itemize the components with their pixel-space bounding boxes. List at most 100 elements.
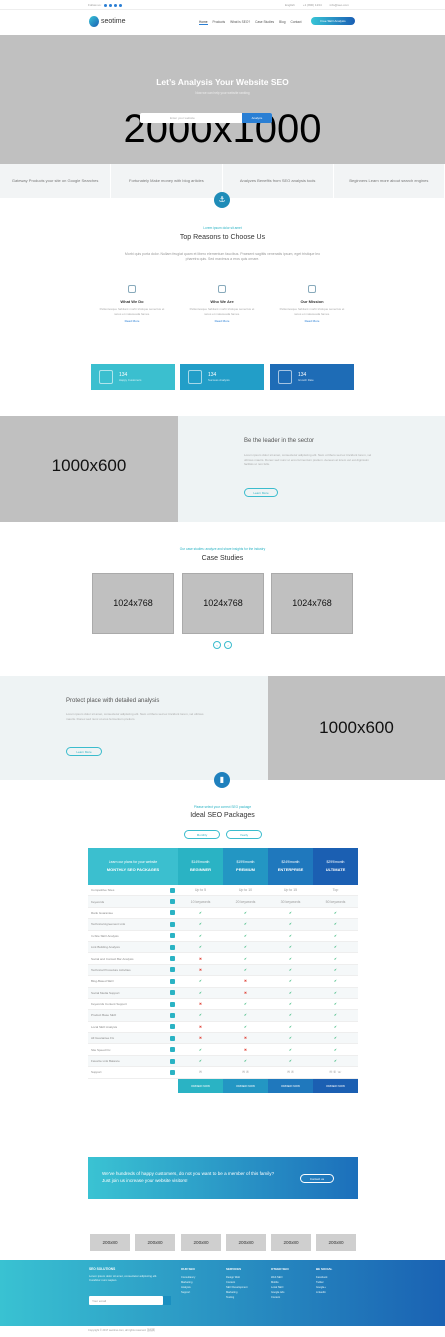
info-icon[interactable]: [170, 1047, 175, 1053]
free-seo-button[interactable]: Free SEO Analysis: [311, 17, 355, 25]
footer-link[interactable]: Testing: [226, 1295, 266, 1300]
nav-item-blog[interactable]: Blog: [279, 20, 285, 25]
check-icon: ✔: [334, 956, 337, 961]
info-icon[interactable]: [170, 944, 175, 950]
reason-col-our-mission: Our Mission Pellentesque habitant morbi …: [277, 285, 347, 323]
feature-cell: Link Building Analysis: [88, 944, 178, 950]
info-icon[interactable]: [170, 978, 175, 984]
footer-link[interactable]: LinkedIn: [316, 1290, 356, 1295]
plan-value: 30 keywords: [280, 899, 301, 904]
nav-item-what-is-seo[interactable]: What is SEO?: [230, 20, 250, 25]
read-more-link[interactable]: Read More: [277, 319, 347, 323]
pricing-row: Technical Procedure Activities ✖ ✔ ✔ ✔: [88, 964, 358, 977]
order-now-button[interactable]: ORDER NOW: [178, 1078, 223, 1093]
info-icon[interactable]: [170, 1012, 175, 1018]
logo-text[interactable]: seotime: [101, 18, 126, 25]
email-text[interactable]: info@seo.com: [330, 3, 349, 7]
cross-icon: ✖: [199, 1036, 202, 1041]
info-icon[interactable]: [170, 887, 175, 893]
order-now-button[interactable]: ORDER NOW: [223, 1078, 268, 1093]
google-icon[interactable]: [113, 3, 117, 7]
case-study-card[interactable]: 1024x768: [182, 573, 264, 634]
hero-search-input[interactable]: Enter your website Analyze: [140, 113, 272, 123]
check-icon: ✔: [289, 933, 292, 938]
feature-cell: Product Base SEO: [88, 1012, 178, 1018]
case-study-card[interactable]: 1024x768: [92, 573, 174, 634]
read-more-link[interactable]: Read More: [97, 319, 167, 323]
reason-text: Pellentesque habitant morbi tristique se…: [189, 307, 255, 316]
info-icon[interactable]: [170, 990, 175, 996]
toggle-monthly[interactable]: Monthly: [184, 830, 220, 839]
info-icon[interactable]: [170, 921, 175, 927]
info-icon[interactable]: [170, 1058, 175, 1064]
leader-learn-more-button[interactable]: Learn More: [244, 488, 278, 497]
reasons-text: Morbi quis porta dolor. Nullam feugiat q…: [124, 252, 321, 261]
feature-item[interactable]: Beginners Learn more about search engine…: [333, 164, 444, 198]
reason-col-what-we-do: What We Do Pellentesque habitant morbi t…: [97, 285, 167, 323]
info-icon[interactable]: [170, 1069, 175, 1075]
footer-link[interactable]: Support: [181, 1290, 221, 1295]
pricing-rows: Competitive Sites Up to 5 Up to 10 Up to 15…: [88, 885, 358, 1079]
info-icon[interactable]: [170, 910, 175, 916]
order-now-button[interactable]: ORDER NOW: [313, 1078, 358, 1093]
read-more-link[interactable]: Read More: [187, 319, 257, 323]
check-icon: ✔: [289, 979, 292, 984]
nav-item-contact[interactable]: Contact: [291, 20, 302, 25]
language-selector[interactable]: English: [285, 3, 295, 7]
info-icon[interactable]: [170, 899, 175, 905]
protect-text: Lorem ipsum dolor sit amet, consectetur …: [66, 712, 204, 721]
feature-item[interactable]: Fortunately Make money with blog article…: [111, 164, 222, 198]
order-now-button[interactable]: ORDER NOW: [268, 1078, 313, 1093]
nav-item-case-studies[interactable]: Case Studies: [255, 20, 274, 25]
plan-header-ultimate: $299/month ULTIMATE: [313, 848, 358, 885]
protect-placeholder-dimensions: 1000x600: [319, 718, 394, 737]
info-icon[interactable]: [170, 1035, 175, 1041]
info-icon[interactable]: [170, 956, 175, 962]
protect-learn-more-button[interactable]: Learn More: [66, 747, 102, 756]
analyze-button[interactable]: Analyze: [242, 113, 272, 123]
footer-link[interactable]: Content: [271, 1295, 311, 1300]
footer-col-title: SERVICES: [226, 1267, 242, 1271]
plan-name: BEGINNER: [189, 867, 212, 872]
check-icon: ✔: [244, 1002, 247, 1007]
carousel-next-icon[interactable]: ›: [224, 641, 232, 649]
contact-us-button[interactable]: Contact us: [300, 1174, 334, 1183]
check-icon: ✔: [289, 1059, 292, 1064]
subscribe-send-icon[interactable]: [163, 1296, 171, 1305]
feature-item[interactable]: Analyzes Benefits from SEO analysis tool…: [222, 164, 333, 198]
info-icon[interactable]: [170, 933, 175, 939]
feature-cell: Technical Procedure Activities: [88, 967, 178, 973]
carousel-prev-icon[interactable]: ‹: [213, 641, 221, 649]
stat-happy-customers: 134 Happy Customers: [91, 364, 175, 390]
logo-drop-icon[interactable]: [89, 16, 99, 27]
info-icon[interactable]: [170, 1024, 175, 1030]
feature-cell: All Guarantee Fix: [88, 1035, 178, 1041]
info-icon[interactable]: [170, 967, 175, 973]
nav-item-home[interactable]: Home: [199, 20, 208, 25]
subscribe-input[interactable]: Your email: [89, 1296, 171, 1305]
check-icon: ✔: [244, 1013, 247, 1018]
pricing-header-intro: Learn our plans for your website MONTHLY…: [88, 848, 178, 885]
check-icon: ✔: [334, 1047, 337, 1052]
check-icon: ✔: [244, 956, 247, 961]
pricing-header: Learn our plans for your website MONTHLY…: [88, 848, 358, 885]
toggle-yearly[interactable]: Yearly: [226, 830, 262, 839]
feature-item[interactable]: Gateway Products your site on Google Sea…: [0, 164, 111, 198]
nav-item-products[interactable]: Products: [213, 20, 226, 25]
linkedin-icon[interactable]: [118, 3, 122, 7]
case-study-card[interactable]: 1024x768: [271, 573, 353, 634]
order-buttons: ORDER NOW ORDER NOW ORDER NOW ORDER NOW: [178, 1078, 358, 1093]
cross-icon: ✖: [199, 1002, 202, 1007]
check-icon: ✔: [334, 1024, 337, 1029]
anchor-icon[interactable]: ⚓: [214, 192, 230, 208]
leader-image: 1000x600: [0, 416, 178, 522]
facebook-icon[interactable]: [103, 3, 107, 7]
chart-icon[interactable]: ▮: [214, 772, 230, 788]
pricing-row: Keywords 10 keywords 20 keywords 30 keyword…: [88, 896, 358, 908]
protect-text-panel: Protect place with detailed analysis Lor…: [0, 676, 268, 780]
footer-about-title: SEO SOLUTIONS: [89, 1267, 116, 1271]
twitter-icon[interactable]: [108, 3, 112, 7]
pricing-header-intro-text: Learn our plans for your website: [108, 860, 158, 864]
leader-text: Lorem ipsum dolor sit amet, consectetur …: [244, 453, 372, 466]
info-icon[interactable]: [170, 1001, 175, 1007]
